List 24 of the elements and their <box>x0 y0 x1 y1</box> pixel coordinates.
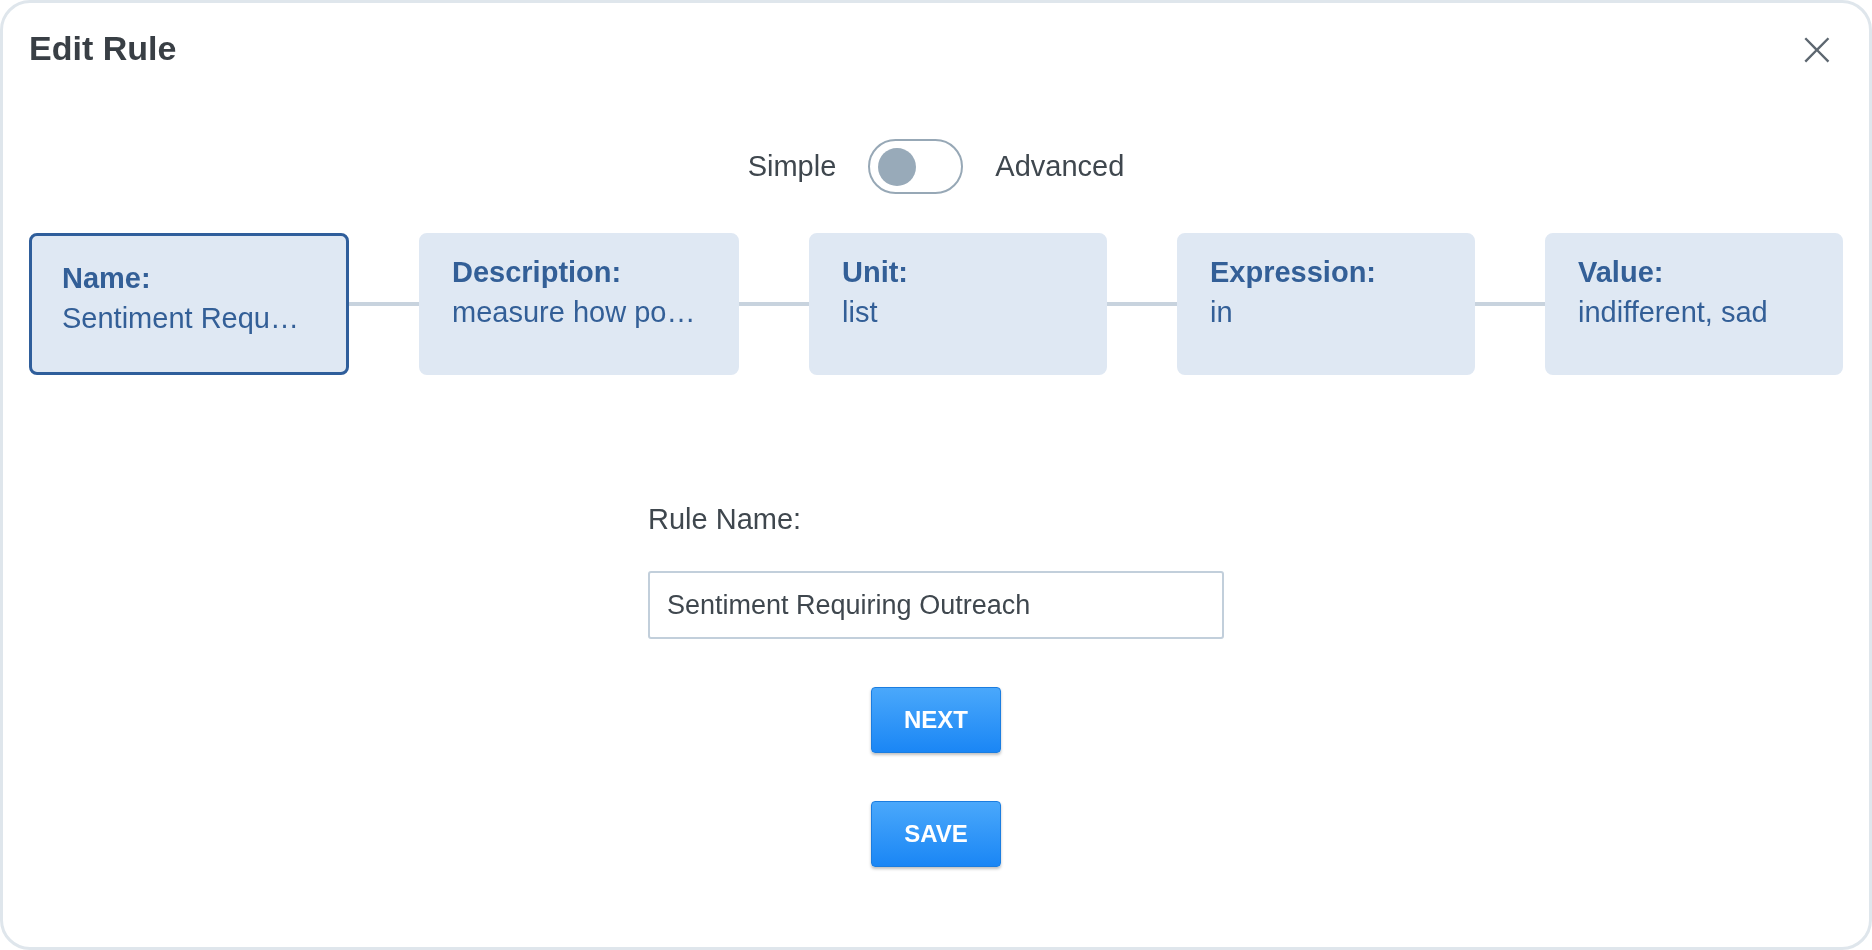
step-card[interactable]: Description: measure how po… <box>419 233 739 375</box>
step-label: Expression: <box>1210 255 1377 290</box>
save-button[interactable]: SAVE <box>871 801 1001 867</box>
step-value: list <box>842 295 879 330</box>
step-value: in <box>1210 295 1234 330</box>
toggle-label: Simple <box>747 150 837 183</box>
step-value: Sentiment Requ… <box>62 301 300 336</box>
step-card[interactable]: Value: indifferent, sad <box>1545 233 1843 375</box>
step-card[interactable]: Name: Sentiment Requ… <box>29 233 349 375</box>
step-card[interactable]: Unit: list <box>809 233 1107 375</box>
field-label: Rule Name: <box>648 503 802 536</box>
step-value: measure how po… <box>452 295 697 330</box>
dialog-title: Edit Rule <box>29 28 177 68</box>
toggle-label: Advanced <box>995 150 1125 183</box>
step-value: indifferent, sad <box>1578 295 1769 330</box>
step-label: Name: <box>62 261 152 296</box>
step-label: Description: <box>452 255 623 290</box>
next-button[interactable]: NEXT <box>871 687 1001 753</box>
step-label: Value: <box>1578 255 1665 290</box>
rule-name-input[interactable]: Sentiment Requiring Outreach <box>648 571 1224 639</box>
step-card[interactable]: Expression: in <box>1177 233 1475 375</box>
mode-toggle[interactable] <box>868 139 964 194</box>
close-button[interactable]: × <box>1796 24 1837 72</box>
step-label: Unit: <box>842 255 910 290</box>
